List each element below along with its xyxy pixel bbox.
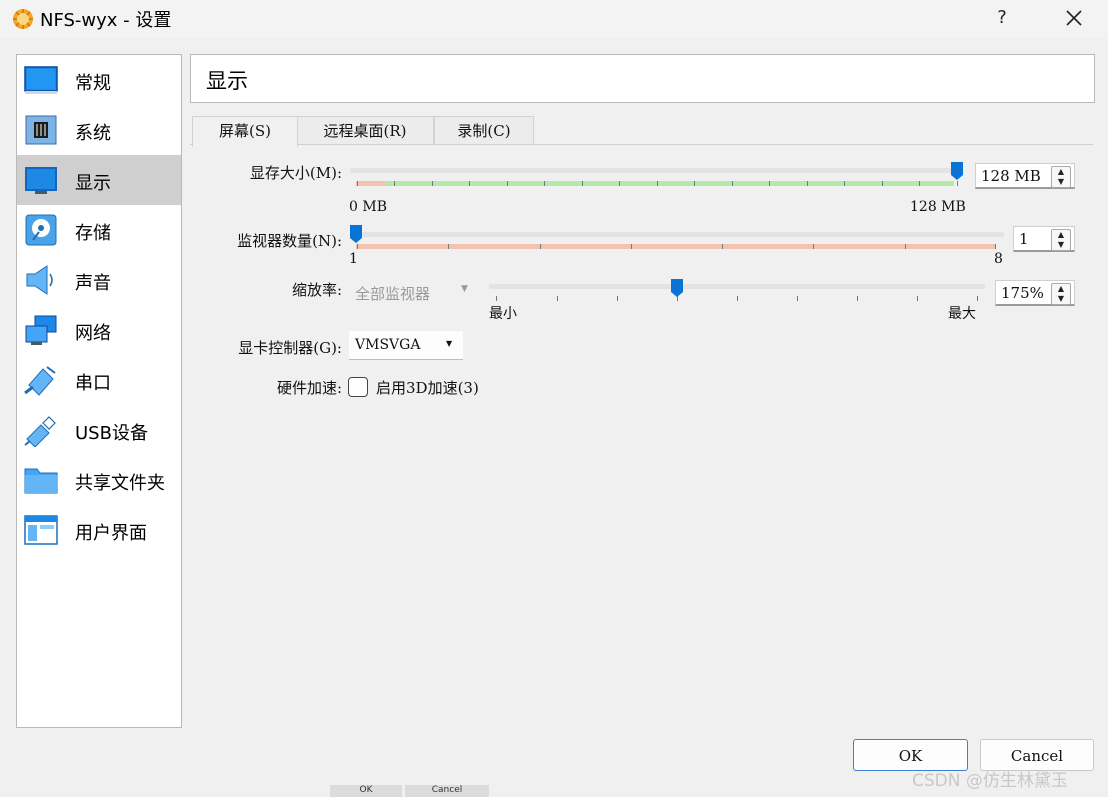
spin-up-icon[interactable]: ▲ (1052, 167, 1070, 177)
sidebar-item-system[interactable]: 系统 (17, 105, 181, 155)
sidebar-item-label: 声音 (75, 273, 111, 294)
sidebar-item-storage[interactable]: 存储 (17, 205, 181, 255)
sidebar-item-label: 常规 (75, 73, 111, 94)
title-bar: NFS-wyx - 设置 ? (0, 0, 1108, 38)
spin-down-icon[interactable]: ▼ (1052, 177, 1070, 187)
speaker-icon (26, 265, 53, 295)
video-memory-min-label: 0 MB (349, 199, 387, 215)
video-memory-value: 128 MB (981, 167, 1041, 185)
background-ok-button: OK (330, 785, 402, 797)
sidebar-item-shared-folders[interactable]: 共享文件夹 (17, 455, 181, 505)
page-header: 显示 (190, 54, 1095, 103)
background-cancel-button: Cancel (405, 785, 489, 797)
sidebar-item-label: 用户界面 (75, 523, 147, 544)
monitor-count-slider-handle[interactable] (350, 225, 362, 243)
graphics-controller-label: 显卡控制器(G): (238, 339, 342, 357)
storage-disk-icon (25, 214, 57, 246)
scale-factor-value: 175% (1001, 284, 1044, 302)
monitor-count-max-label: 8 (994, 251, 1003, 267)
sidebar-item-serial[interactable]: 串口 (17, 355, 181, 405)
close-icon[interactable] (1058, 2, 1090, 34)
sidebar-item-label: 共享文件夹 (75, 473, 165, 494)
sidebar-item-label: 串口 (75, 373, 111, 394)
chip-icon (25, 115, 57, 145)
general-monitor-icon (24, 66, 58, 94)
settings-dialog: NFS-wyx - 设置 ? 常规 系统 显示 存储 声音 网络 串口 USB设… (0, 0, 1108, 797)
sidebar-item-audio[interactable]: 声音 (17, 255, 181, 305)
scale-factor-label: 缩放率: (291, 281, 342, 299)
video-memory-label: 显存大小(M): (249, 164, 342, 182)
tab-remote-display[interactable]: 远程桌面(R) (296, 116, 434, 146)
monitor-count-value: 1 (1019, 230, 1029, 248)
video-memory-slider-handle[interactable] (951, 162, 963, 180)
monitor-count-range (356, 244, 996, 249)
tab-recording[interactable]: 录制(C) (434, 116, 534, 146)
sidebar-item-label: USB设备 (75, 423, 148, 444)
scale-factor-min-label: 最小 (489, 306, 517, 322)
monitor-count-label: 监视器数量(N): (237, 232, 342, 250)
display-icon (25, 167, 57, 194)
settings-sidebar: 常规 系统 显示 存储 声音 网络 串口 USB设备 共享文件夹 用户界面 (16, 54, 182, 728)
folder-icon (24, 468, 58, 494)
serial-port-icon (24, 366, 56, 396)
spin-down-icon[interactable]: ▼ (1052, 240, 1070, 250)
monitor-count-spinbox[interactable]: 1 ▲ ▼ (1013, 226, 1075, 252)
sidebar-item-label: 存储 (75, 223, 111, 244)
sidebar-item-user-interface[interactable]: 用户界面 (17, 505, 181, 555)
usb-icon (24, 416, 56, 447)
watermark: CSDN @仿生林黛玉 (912, 771, 1068, 791)
enable-3d-checkbox-label[interactable]: 启用3D加速(3) (376, 377, 479, 398)
network-icon (25, 315, 57, 345)
spin-up-icon[interactable]: ▲ (1052, 230, 1070, 240)
tab-screen[interactable]: 屏幕(S) (192, 116, 298, 147)
page-title: 显示 (206, 69, 248, 93)
video-memory-spinbox[interactable]: 128 MB ▲ ▼ (975, 163, 1075, 189)
sidebar-item-label: 网络 (75, 323, 111, 344)
sidebar-item-network[interactable]: 网络 (17, 305, 181, 355)
spin-down-icon[interactable]: ▼ (1052, 294, 1070, 304)
graphics-controller-select[interactable]: VMSVGA ▼ (349, 331, 463, 360)
video-memory-invalid-range (356, 181, 386, 186)
help-button[interactable]: ? (988, 4, 1016, 32)
chevron-down-icon: ▼ (446, 339, 453, 348)
monitor-count-min-label: 1 (349, 251, 358, 267)
graphics-controller-value: VMSVGA (355, 337, 421, 353)
virtualbox-app-icon (13, 9, 33, 29)
window-title: NFS-wyx - 设置 (40, 10, 172, 31)
hardware-acceleration-label: 硬件加速: (276, 379, 342, 397)
scale-factor-spinbox[interactable]: 175% ▲ ▼ (995, 280, 1075, 306)
scale-monitor-select[interactable]: 全部监视器 ▼ (349, 280, 477, 304)
user-interface-icon (24, 515, 58, 545)
spin-up-icon[interactable]: ▲ (1052, 284, 1070, 294)
sidebar-item-label: 显示 (75, 173, 111, 194)
sidebar-item-display[interactable]: 显示 (17, 155, 181, 205)
sidebar-item-general[interactable]: 常规 (17, 55, 181, 105)
chevron-down-icon: ▼ (461, 284, 468, 294)
sidebar-item-label: 系统 (75, 123, 111, 144)
video-memory-optimal-range (386, 181, 954, 186)
scale-factor-max-label: 最大 (948, 306, 976, 322)
scale-factor-slider-handle[interactable] (671, 279, 683, 297)
video-memory-max-label: 128 MB (910, 199, 966, 215)
enable-3d-checkbox[interactable] (348, 377, 368, 397)
scale-monitor-select-value: 全部监视器 (355, 285, 431, 303)
sidebar-item-usb[interactable]: USB设备 (17, 405, 181, 455)
